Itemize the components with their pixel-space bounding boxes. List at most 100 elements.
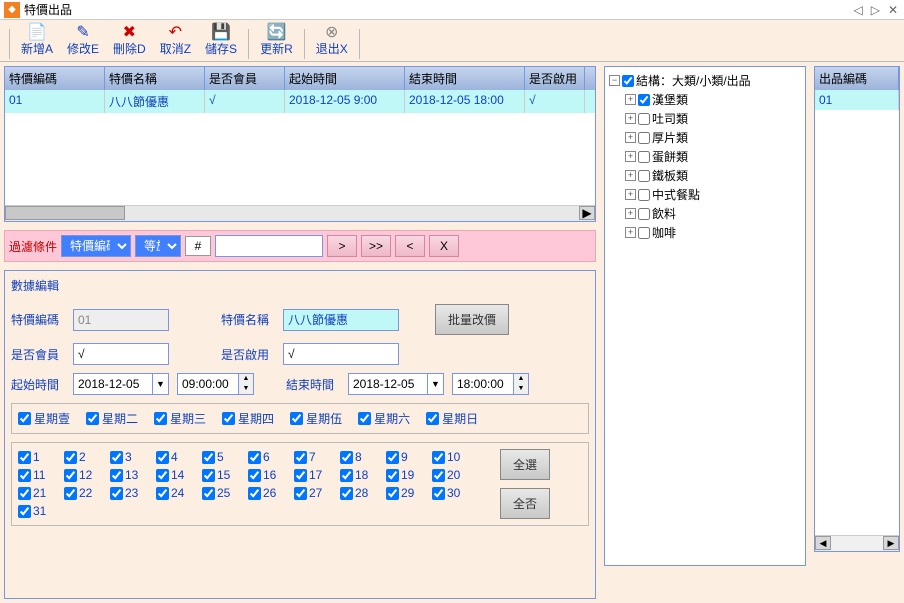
expand-icon[interactable]: + bbox=[625, 189, 636, 200]
expand-icon[interactable]: + bbox=[625, 113, 636, 124]
day-checkbox[interactable] bbox=[340, 469, 353, 482]
delete-button[interactable]: ✖刪除D bbox=[107, 20, 152, 59]
day-1[interactable]: 1 bbox=[18, 449, 54, 465]
day-11[interactable]: 11 bbox=[18, 467, 54, 483]
table-row[interactable]: 01 bbox=[815, 90, 899, 110]
filter-next-button[interactable]: > bbox=[327, 235, 357, 257]
tree-checkbox[interactable] bbox=[638, 132, 650, 144]
col-product-code[interactable]: 出品編碼 bbox=[815, 67, 899, 90]
tree-item[interactable]: + 咖啡 bbox=[625, 223, 801, 242]
end-time-up[interactable]: ▲ bbox=[514, 374, 528, 384]
close-icon[interactable]: ✕ bbox=[886, 3, 900, 17]
day-17[interactable]: 17 bbox=[294, 467, 330, 483]
product-hscroll[interactable]: ◀▶ bbox=[815, 535, 899, 551]
day-checkbox[interactable] bbox=[18, 487, 31, 500]
day-18[interactable]: 18 bbox=[340, 467, 376, 483]
day-12[interactable]: 12 bbox=[64, 467, 100, 483]
weekday-5[interactable]: 星期六 bbox=[358, 410, 410, 427]
tree-root[interactable]: − 結構：大類/小類/出品 bbox=[609, 71, 801, 90]
filter-field-select[interactable]: 特價編碼 bbox=[61, 235, 131, 257]
select-none-button[interactable]: 全否 bbox=[500, 488, 550, 519]
day-checkbox[interactable] bbox=[202, 487, 215, 500]
day-checkbox[interactable] bbox=[18, 469, 31, 482]
day-checkbox[interactable] bbox=[110, 469, 123, 482]
day-checkbox[interactable] bbox=[202, 451, 215, 464]
expand-icon[interactable]: + bbox=[625, 227, 636, 238]
day-4[interactable]: 4 bbox=[156, 449, 192, 465]
tree-item[interactable]: + 蛋餅類 bbox=[625, 147, 801, 166]
day-checkbox[interactable] bbox=[110, 487, 123, 500]
name-input[interactable] bbox=[283, 309, 399, 331]
day-checkbox[interactable] bbox=[432, 451, 445, 464]
day-31[interactable]: 31 bbox=[18, 503, 54, 519]
day-checkbox[interactable] bbox=[64, 487, 77, 500]
col-member[interactable]: 是否會員 bbox=[205, 67, 285, 90]
end-date-picker[interactable]: ▼ bbox=[428, 373, 444, 395]
tree-item[interactable]: + 飲料 bbox=[625, 204, 801, 223]
grid-hscroll[interactable]: ▶ bbox=[5, 205, 595, 221]
member-input[interactable] bbox=[73, 343, 169, 365]
col-enabled[interactable]: 是否啟用 bbox=[525, 67, 585, 90]
tree-item[interactable]: + 厚片類 bbox=[625, 128, 801, 147]
day-checkbox[interactable] bbox=[18, 505, 31, 518]
weekday-0[interactable]: 星期壹 bbox=[18, 410, 70, 427]
day-checkbox[interactable] bbox=[386, 451, 399, 464]
tree-checkbox[interactable] bbox=[638, 227, 650, 239]
start-time-up[interactable]: ▲ bbox=[239, 374, 253, 384]
nav-next-icon[interactable]: ▷ bbox=[869, 3, 882, 17]
collapse-icon[interactable]: − bbox=[609, 75, 620, 86]
day-14[interactable]: 14 bbox=[156, 467, 192, 483]
day-checkbox[interactable] bbox=[156, 451, 169, 464]
day-26[interactable]: 26 bbox=[248, 485, 284, 501]
day-checkbox[interactable] bbox=[248, 451, 261, 464]
weekday-checkbox[interactable] bbox=[18, 412, 31, 425]
day-checkbox[interactable] bbox=[64, 451, 77, 464]
day-3[interactable]: 3 bbox=[110, 449, 146, 465]
tree-item[interactable]: + 吐司類 bbox=[625, 109, 801, 128]
tree-checkbox[interactable] bbox=[638, 151, 650, 163]
filter-op-select[interactable]: 等於 bbox=[135, 235, 181, 257]
tree-checkbox[interactable] bbox=[638, 170, 650, 182]
end-time-input[interactable] bbox=[452, 373, 514, 395]
weekday-4[interactable]: 星期伍 bbox=[290, 410, 342, 427]
expand-icon[interactable]: + bbox=[625, 132, 636, 143]
new-button[interactable]: 📄新增A bbox=[15, 20, 59, 59]
tree-checkbox[interactable] bbox=[638, 189, 650, 201]
day-28[interactable]: 28 bbox=[340, 485, 376, 501]
expand-icon[interactable]: + bbox=[625, 170, 636, 181]
col-start[interactable]: 起始時間 bbox=[285, 67, 405, 90]
col-code[interactable]: 特價編碼 bbox=[5, 67, 105, 90]
day-6[interactable]: 6 bbox=[248, 449, 284, 465]
day-8[interactable]: 8 bbox=[340, 449, 376, 465]
day-checkbox[interactable] bbox=[156, 469, 169, 482]
exit-button[interactable]: ⊗退出X bbox=[310, 20, 354, 59]
tree-item[interactable]: + 中式餐點 bbox=[625, 185, 801, 204]
day-7[interactable]: 7 bbox=[294, 449, 330, 465]
nav-prev-icon[interactable]: ◁ bbox=[851, 3, 864, 17]
weekday-6[interactable]: 星期日 bbox=[426, 410, 478, 427]
weekday-checkbox[interactable] bbox=[358, 412, 371, 425]
weekday-3[interactable]: 星期四 bbox=[222, 410, 274, 427]
day-checkbox[interactable] bbox=[432, 469, 445, 482]
weekday-2[interactable]: 星期三 bbox=[154, 410, 206, 427]
day-checkbox[interactable] bbox=[294, 487, 307, 500]
weekday-checkbox[interactable] bbox=[154, 412, 167, 425]
day-19[interactable]: 19 bbox=[386, 467, 422, 483]
cancel-button[interactable]: ↶取消Z bbox=[154, 20, 197, 59]
day-10[interactable]: 10 bbox=[432, 449, 468, 465]
weekday-checkbox[interactable] bbox=[222, 412, 235, 425]
day-16[interactable]: 16 bbox=[248, 467, 284, 483]
expand-icon[interactable]: + bbox=[625, 208, 636, 219]
day-30[interactable]: 30 bbox=[432, 485, 468, 501]
day-checkbox[interactable] bbox=[156, 487, 169, 500]
day-21[interactable]: 21 bbox=[18, 485, 54, 501]
day-29[interactable]: 29 bbox=[386, 485, 422, 501]
end-time-down[interactable]: ▼ bbox=[514, 384, 528, 394]
day-checkbox[interactable] bbox=[202, 469, 215, 482]
refresh-button[interactable]: 🔄更新R bbox=[254, 20, 299, 59]
day-checkbox[interactable] bbox=[248, 487, 261, 500]
day-checkbox[interactable] bbox=[294, 451, 307, 464]
day-24[interactable]: 24 bbox=[156, 485, 192, 501]
day-checkbox[interactable] bbox=[386, 487, 399, 500]
col-name[interactable]: 特價名稱 bbox=[105, 67, 205, 90]
